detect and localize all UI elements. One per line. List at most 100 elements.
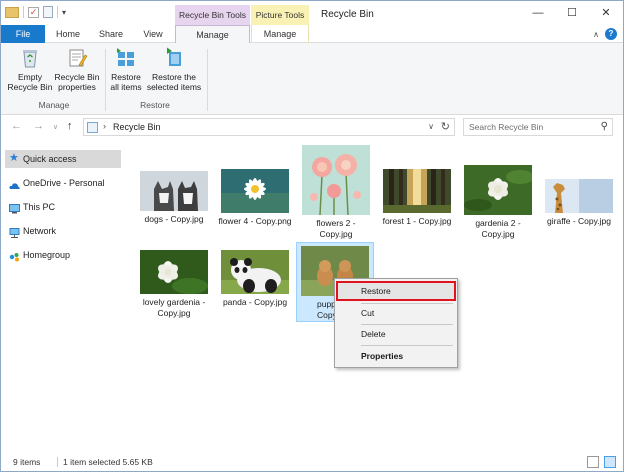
gardenia-2-thumbnail bbox=[464, 165, 532, 215]
context-menu-restore[interactable]: Restore bbox=[336, 281, 456, 301]
file-tile-dogs[interactable]: dogs - Copy.jpg bbox=[135, 171, 213, 225]
selection-info: 1 item selected 5.65 KB bbox=[63, 457, 153, 467]
maximize-button[interactable]: ☐ bbox=[557, 3, 587, 23]
search-icon[interactable]: ⚲ bbox=[601, 121, 608, 132]
item-count: 9 items bbox=[13, 457, 41, 467]
properties-check-icon[interactable]: ✓ bbox=[28, 6, 39, 18]
restore-selected-icon bbox=[163, 47, 185, 69]
folder-icon[interactable] bbox=[5, 6, 19, 18]
address-bar[interactable]: › Recycle Bin ∨ ↻ bbox=[83, 118, 455, 136]
up-arrow-icon[interactable]: ↑ bbox=[67, 120, 73, 132]
address-dropdown-chevron-icon[interactable]: ∨ bbox=[428, 122, 434, 131]
tab-view[interactable]: View bbox=[137, 25, 169, 43]
file-name: forest 1 - Copy.jpg bbox=[382, 216, 452, 226]
file-name: flower 4 - Copy.png bbox=[218, 216, 292, 226]
collapse-ribbon-chevron-icon[interactable]: ∧ bbox=[593, 30, 599, 39]
recycle-bin-properties-button[interactable]: Recycle Bin properties bbox=[53, 47, 101, 92]
tab-manage-picture[interactable]: Manage bbox=[251, 25, 309, 43]
file-name: dogs - Copy.jpg bbox=[144, 214, 204, 224]
details-view-icon[interactable] bbox=[587, 456, 599, 468]
recycle-bin-icon bbox=[19, 47, 41, 69]
forest-1-thumbnail bbox=[383, 169, 451, 213]
manage-group-label: Manage bbox=[38, 100, 70, 110]
search-box[interactable]: ⚲ bbox=[463, 118, 613, 136]
nav-item-onedrive[interactable]: OneDrive - Personal bbox=[5, 174, 121, 192]
restore-all-items-label: Restore all items bbox=[110, 72, 142, 92]
help-icon[interactable]: ? bbox=[605, 28, 617, 40]
close-button[interactable]: ✕ bbox=[591, 3, 621, 23]
recycle-bin-small-icon bbox=[87, 122, 98, 133]
empty-recycle-bin-button[interactable]: Empty Recycle Bin bbox=[7, 47, 53, 92]
explorer-window: ✓ ▾ Recycle Bin Tools Picture Tools Recy… bbox=[0, 0, 624, 472]
ribbon-group-divider bbox=[207, 49, 208, 111]
context-menu-cut[interactable]: Cut bbox=[337, 304, 455, 322]
file-tile-gardenia-2[interactable]: gardenia 2 - Copy.jpg bbox=[459, 165, 537, 240]
address-row: ← → ∨ ↑ › Recycle Bin ∨ ↻ ⚲ bbox=[1, 115, 623, 139]
navigation-pane: ★ Quick access OneDrive - Personal This … bbox=[1, 145, 123, 445]
large-icons-view-icon[interactable] bbox=[604, 456, 616, 468]
ribbon-tab-bar: File Home Share View Manage Manage ∧ ? bbox=[1, 25, 623, 44]
file-name: giraffe - Copy.jpg bbox=[547, 216, 611, 226]
nav-item-label: This PC bbox=[23, 202, 56, 212]
toolbar-divider bbox=[23, 6, 24, 18]
file-name: flowers 2 - Copy.jpg bbox=[316, 218, 356, 239]
restore-selected-items-label: Restore the selected items bbox=[146, 72, 202, 92]
tab-share[interactable]: Share bbox=[93, 25, 129, 43]
file-tile-giraffe[interactable]: giraffe - Copy.jpg bbox=[540, 179, 618, 227]
file-tile-flowers-2[interactable]: flowers 2 - Copy.jpg bbox=[297, 145, 375, 240]
breadcrumb-recycle-bin[interactable]: Recycle Bin bbox=[113, 122, 161, 132]
nav-item-quick-access[interactable]: ★ Quick access bbox=[5, 150, 121, 168]
properties-icon bbox=[66, 47, 88, 69]
cloud-icon bbox=[9, 178, 20, 189]
nav-item-network[interactable]: Network bbox=[5, 222, 121, 240]
refresh-icon[interactable]: ↻ bbox=[441, 120, 450, 133]
file-tile-forest-1[interactable]: forest 1 - Copy.jpg bbox=[378, 169, 456, 227]
window-title: Recycle Bin bbox=[321, 9, 374, 20]
recent-locations-chevron-icon[interactable]: ∨ bbox=[53, 123, 58, 131]
ribbon-panel: Empty Recycle Bin Recycle Bin properties… bbox=[1, 43, 623, 115]
giraffe-thumbnail bbox=[545, 179, 613, 213]
file-name: gardenia 2 - Copy.jpg bbox=[475, 218, 521, 239]
recycle-bin-tools-label: Recycle Bin Tools bbox=[175, 5, 250, 25]
file-tile-panda[interactable]: panda - Copy.jpg bbox=[216, 250, 294, 308]
flowers-2-thumbnail bbox=[302, 145, 370, 215]
restore-all-items-button[interactable]: Restore all items bbox=[107, 47, 145, 92]
tab-home[interactable]: Home bbox=[51, 25, 85, 43]
toolbar-divider bbox=[57, 6, 58, 18]
context-menu-delete[interactable]: Delete bbox=[337, 325, 455, 343]
customize-toolbar-chevron-icon[interactable]: ▾ bbox=[62, 8, 66, 17]
breadcrumb-chevron-icon[interactable]: › bbox=[103, 121, 106, 131]
lovely-gardenia-thumbnail bbox=[140, 250, 208, 294]
file-tile-lovely-gardenia[interactable]: lovely gardenia - Copy.jpg bbox=[135, 250, 213, 319]
nav-item-this-pc[interactable]: This PC bbox=[5, 198, 121, 216]
forward-arrow-icon[interactable]: → bbox=[33, 120, 44, 132]
ribbon-group-divider bbox=[105, 49, 106, 111]
recycle-bin-properties-label: Recycle Bin properties bbox=[54, 72, 100, 92]
nav-item-label: Quick access bbox=[23, 154, 77, 164]
file-tile-flower-4[interactable]: flower 4 - Copy.png bbox=[216, 169, 294, 227]
homegroup-icon bbox=[9, 250, 19, 262]
context-menu-divider bbox=[361, 345, 453, 346]
picture-tools-label: Picture Tools bbox=[251, 5, 309, 25]
back-arrow-icon[interactable]: ← bbox=[11, 120, 22, 132]
status-bar: 9 items 1 item selected 5.65 KB bbox=[1, 453, 623, 471]
quick-access-toolbar: ✓ ▾ bbox=[5, 6, 66, 18]
nav-item-label: OneDrive - Personal bbox=[23, 178, 105, 188]
restore-all-icon bbox=[115, 47, 137, 69]
dogs-thumbnail bbox=[140, 171, 208, 211]
tab-manage-recycle-bin[interactable]: Manage bbox=[175, 25, 250, 44]
minimize-button[interactable]: — bbox=[523, 3, 553, 23]
star-icon: ★ bbox=[9, 152, 19, 164]
title-bar: ✓ ▾ Recycle Bin Tools Picture Tools Recy… bbox=[1, 1, 623, 25]
context-menu: Restore Cut Delete Properties bbox=[334, 278, 458, 368]
new-folder-icon[interactable] bbox=[43, 6, 53, 18]
nav-item-label: Network bbox=[23, 226, 57, 236]
nav-item-label: Homegroup bbox=[23, 250, 71, 260]
tab-file[interactable]: File bbox=[1, 25, 45, 43]
restore-selected-items-button[interactable]: Restore the selected items bbox=[145, 47, 203, 92]
context-menu-properties[interactable]: Properties bbox=[337, 347, 455, 365]
status-divider bbox=[57, 457, 58, 467]
search-input[interactable] bbox=[464, 119, 588, 135]
panda-thumbnail bbox=[221, 250, 289, 294]
nav-item-homegroup[interactable]: Homegroup bbox=[5, 246, 121, 264]
